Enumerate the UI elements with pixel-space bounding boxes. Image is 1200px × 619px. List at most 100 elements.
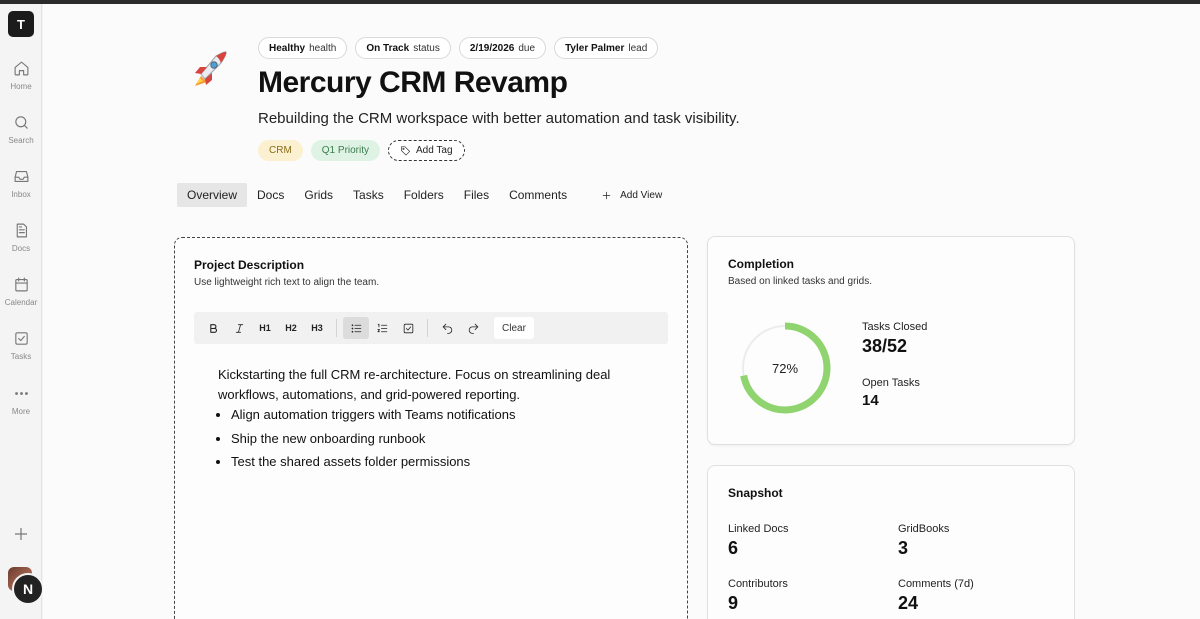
workspace-logo[interactable]: T — [8, 11, 34, 37]
bullet-list-icon — [351, 323, 361, 333]
numbered-list-button[interactable] — [369, 317, 395, 339]
completion-percent: 72% — [771, 360, 799, 376]
stat-value: 24 — [898, 593, 919, 613]
pill-suffix: lead — [628, 42, 648, 54]
sidebar-item-calendar[interactable]: Calendar — [0, 276, 42, 307]
home-icon — [14, 61, 28, 76]
list-item: Ship the new onboarding runbook — [231, 429, 638, 449]
sidebar-item-label: Docs — [11, 244, 31, 253]
italic-icon — [235, 323, 243, 333]
sidebar-item-inbox[interactable]: Inbox — [0, 168, 42, 199]
gridbooks-stat: GridBooks 3 — [898, 523, 949, 559]
redo-button[interactable] — [460, 317, 486, 339]
undo-button[interactable] — [434, 317, 460, 339]
card-title: Completion — [728, 257, 794, 271]
sidebar-item-label: Calendar — [4, 298, 38, 307]
avatar[interactable]: N — [12, 573, 44, 605]
tab-docs[interactable]: Docs — [247, 183, 294, 207]
list-item: Align automation triggers with Teams not… — [231, 405, 638, 425]
project-description-card: Project Description Use lightweight rich… — [174, 237, 688, 619]
add-view-label: Add View — [620, 189, 663, 201]
contributors-stat: Contributors 9 — [728, 578, 788, 614]
lead-pill[interactable]: Tyler Palmer lead — [554, 37, 659, 59]
tag-crm[interactable]: CRM — [258, 140, 303, 161]
sidebar-item-label: Inbox — [11, 190, 31, 199]
due-date-pill[interactable]: 2/19/2026 due — [458, 37, 547, 59]
heading-2-button[interactable]: H2 — [278, 317, 304, 339]
sidebar-item-home[interactable]: Home — [0, 60, 42, 91]
bullet-list-button[interactable] — [343, 317, 369, 339]
description-bullets: Align automation triggers with Teams not… — [218, 405, 638, 472]
rocket-icon[interactable] — [183, 48, 233, 94]
add-button[interactable] — [12, 525, 30, 543]
card-title: Project Description — [194, 258, 305, 272]
stat-value: 6 — [728, 538, 739, 558]
tab-files[interactable]: Files — [454, 183, 499, 207]
stat-label: Linked Docs — [728, 523, 789, 535]
sidebar-item-docs[interactable]: Docs — [0, 222, 42, 253]
add-tag-label: Add Tag — [416, 145, 453, 156]
sidebar-item-tasks[interactable]: Tasks — [0, 330, 42, 361]
health-pill[interactable]: Healthy health — [258, 37, 348, 59]
doc-icon — [16, 223, 27, 238]
calendar-icon — [14, 277, 28, 292]
stat-label: Contributors — [728, 578, 788, 590]
numbered-list-icon — [376, 323, 387, 332]
card-subtitle: Based on linked tasks and grids. — [728, 276, 872, 287]
sidebar-item-search[interactable]: Search — [0, 114, 42, 145]
tab-comments[interactable]: Comments — [499, 183, 577, 207]
sidebar-item-label: Home — [10, 82, 32, 91]
open-tasks-stat: Open Tasks 14 — [862, 377, 920, 409]
snapshot-card: Snapshot Linked Docs 6 GridBooks 3 Contr… — [707, 465, 1075, 619]
checkbox-icon — [14, 332, 28, 345]
stat-value: 9 — [728, 593, 739, 613]
search-icon — [14, 116, 28, 129]
toolbar-divider — [427, 319, 428, 337]
stat-value: 38/52 — [862, 336, 908, 356]
description-editor[interactable]: Kickstarting the full CRM re-architectur… — [218, 365, 638, 476]
pill-suffix: due — [518, 42, 536, 54]
toolbar-divider — [336, 319, 337, 337]
stat-label: Comments (7d) — [898, 578, 974, 590]
sidebar-item-more[interactable]: More — [0, 385, 42, 416]
checklist-button[interactable] — [395, 317, 421, 339]
pill-suffix: health — [309, 42, 337, 54]
card-subtitle: Use lightweight rich text to align the t… — [194, 277, 380, 288]
tab-overview[interactable]: Overview — [177, 183, 248, 207]
pill-value: Healthy — [269, 42, 306, 54]
stat-value: 3 — [898, 538, 909, 558]
description-paragraph: Kickstarting the full CRM re-architectur… — [218, 367, 611, 402]
add-tag-button[interactable]: Add Tag — [388, 140, 465, 161]
project-meta-pills: Healthy health On Track status 2/19/2026 du… — [258, 37, 659, 59]
stat-value: 14 — [862, 392, 879, 409]
plus-icon — [15, 528, 27, 540]
checkbox-icon — [403, 323, 413, 333]
tag-q1-priority[interactable]: Q1 Priority — [310, 140, 381, 161]
list-item: Test the shared assets folder permission… — [231, 452, 638, 472]
bold-icon — [209, 323, 217, 333]
completion-card: Completion Based on linked tasks and gri… — [707, 236, 1075, 445]
tab-grids[interactable]: Grids — [294, 183, 343, 207]
stat-label: Open Tasks — [862, 377, 920, 389]
heading-1-button[interactable]: H1 — [252, 317, 278, 339]
tab-folders[interactable]: Folders — [394, 183, 454, 207]
page-title[interactable]: Mercury CRM Revamp — [258, 66, 568, 100]
bold-button[interactable] — [200, 317, 226, 339]
main-content: Healthy health On Track status 2/19/2026 du… — [43, 4, 1200, 619]
heading-3-button[interactable]: H3 — [304, 317, 330, 339]
page-subtitle[interactable]: Rebuilding the CRM workspace with better… — [258, 110, 740, 127]
pill-value: 2/19/2026 — [469, 42, 515, 54]
clear-formatting-button[interactable]: Clear — [494, 317, 534, 339]
add-view-button[interactable]: Add View — [601, 190, 662, 201]
redo-icon — [468, 323, 478, 334]
italic-button[interactable] — [226, 317, 252, 339]
more-dots-icon — [14, 392, 28, 395]
status-pill[interactable]: On Track status — [355, 37, 451, 59]
linked-docs-stat: Linked Docs 6 — [728, 523, 789, 559]
pill-value: Tyler Palmer — [565, 42, 625, 54]
stat-label: Tasks Closed — [862, 321, 928, 333]
tab-tasks[interactable]: Tasks — [343, 183, 394, 207]
view-tabs: Overview Docs Grids Tasks Folders Files … — [177, 183, 662, 207]
card-title: Snapshot — [728, 486, 783, 500]
tasks-closed-stat: Tasks Closed 38/52 — [862, 321, 927, 357]
